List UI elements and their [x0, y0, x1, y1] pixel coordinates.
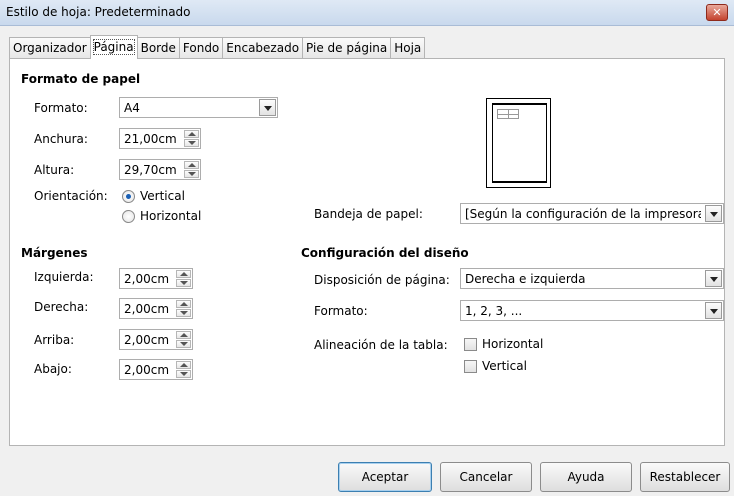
portrait-label[interactable]: Vertical — [140, 189, 185, 203]
align-horizontal-label[interactable]: Horizontal — [482, 337, 543, 351]
margin-right-value: 2,00cm — [124, 302, 170, 316]
spin-down-icon[interactable] — [176, 309, 191, 317]
ok-button[interactable]: Aceptar — [338, 462, 432, 492]
margin-right-label: Derecha: — [34, 300, 89, 314]
landscape-label[interactable]: Horizontal — [140, 209, 201, 223]
spin-down-icon[interactable] — [184, 139, 199, 147]
page-layout-select[interactable]: Derecha e izquierda — [460, 268, 724, 289]
number-format-select[interactable]: 1, 2, 3, ... — [460, 300, 724, 321]
margin-bottom-stepper[interactable]: 2,00cm — [119, 359, 193, 380]
margin-top-value: 2,00cm — [124, 333, 170, 347]
margin-left-stepper[interactable]: 2,00cm — [119, 268, 193, 289]
spin-up-icon[interactable] — [176, 361, 191, 369]
spin-up-icon[interactable] — [176, 300, 191, 308]
tab-hoja[interactable]: Hoja — [390, 37, 426, 59]
chevron-down-icon[interactable] — [705, 302, 722, 319]
spin-down-icon[interactable] — [176, 279, 191, 287]
tab-organizador[interactable]: Organizador — [9, 37, 91, 59]
margins-header: Márgenes — [21, 246, 88, 260]
reset-button[interactable]: Restablecer — [640, 462, 730, 492]
tab-pagina[interactable]: Página — [89, 35, 138, 59]
page-layout-label: Disposición de página: — [314, 273, 450, 287]
tab-encabezado[interactable]: Encabezado — [222, 37, 304, 59]
tab-pie-de-pagina[interactable]: Pie de página — [302, 37, 392, 59]
margin-left-value: 2,00cm — [124, 272, 170, 286]
landscape-radio[interactable] — [122, 210, 135, 223]
paper-format-header: Formato de papel — [21, 72, 141, 86]
margin-top-stepper[interactable]: 2,00cm — [119, 329, 193, 350]
number-format-value: 1, 2, 3, ... — [465, 304, 523, 318]
spin-down-icon[interactable] — [184, 170, 199, 178]
dialog-footer: Aceptar Cancelar Ayuda Restablecer — [0, 446, 734, 496]
spin-down-icon[interactable] — [176, 340, 191, 348]
tab-fondo[interactable]: Fondo — [178, 37, 224, 59]
margin-top-label: Arriba: — [34, 333, 75, 347]
table-icon — [497, 109, 519, 119]
window-title: Estilo de hoja: Predeterminado — [6, 5, 191, 19]
paper-format-select[interactable]: A4 — [119, 97, 278, 118]
number-format-label: Formato: — [314, 304, 368, 318]
paper-tray-select[interactable]: [Según la configuración de la impresora] — [460, 203, 724, 224]
spin-up-icon[interactable] — [176, 331, 191, 339]
table-align-label: Alineación de la tabla: — [314, 338, 448, 352]
format-label: Formato: — [34, 101, 88, 115]
close-button[interactable]: ✕ — [706, 4, 728, 21]
page-layout-value: Derecha e izquierda — [465, 272, 586, 286]
portrait-radio[interactable] — [122, 190, 135, 203]
cancel-button[interactable]: Cancelar — [440, 462, 532, 492]
height-stepper[interactable]: 29,70cm — [119, 159, 201, 180]
spin-up-icon[interactable] — [184, 130, 199, 138]
align-horizontal-checkbox[interactable] — [464, 338, 477, 351]
spin-up-icon[interactable] — [184, 161, 199, 169]
chevron-down-icon[interactable] — [705, 270, 722, 287]
margin-right-stepper[interactable]: 2,00cm — [119, 298, 193, 319]
height-label: Altura: — [34, 163, 75, 177]
paper-format-value: A4 — [124, 101, 140, 115]
help-button[interactable]: Ayuda — [540, 462, 632, 492]
tab-borde[interactable]: Borde — [136, 37, 180, 59]
margin-bottom-label: Abajo: — [34, 362, 72, 376]
close-icon: ✕ — [712, 6, 722, 19]
tab-bar: Organizador Página Borde Fondo Encabezad… — [9, 35, 426, 59]
page-preview — [486, 98, 551, 188]
orientation-label: Orientación: — [34, 189, 108, 203]
chevron-down-icon[interactable] — [705, 205, 722, 222]
width-label: Anchura: — [34, 132, 88, 146]
chevron-down-icon[interactable] — [259, 99, 276, 116]
paper-tray-value: [Según la configuración de la impresora] — [465, 207, 701, 221]
width-stepper[interactable]: 21,00cm — [119, 128, 201, 149]
spin-down-icon[interactable] — [176, 370, 191, 378]
width-value: 21,00cm — [124, 132, 177, 146]
align-vertical-checkbox[interactable] — [464, 360, 477, 373]
title-bar: Estilo de hoja: Predeterminado ✕ — [0, 0, 734, 26]
paper-tray-label: Bandeja de papel: — [314, 207, 423, 221]
height-value: 29,70cm — [124, 163, 177, 177]
margin-left-label: Izquierda: — [34, 270, 94, 284]
spin-up-icon[interactable] — [176, 270, 191, 278]
layout-header: Configuración del diseño — [301, 246, 469, 260]
align-vertical-label[interactable]: Vertical — [482, 359, 527, 373]
margin-bottom-value: 2,00cm — [124, 363, 170, 377]
page-preview-sheet — [492, 103, 547, 183]
